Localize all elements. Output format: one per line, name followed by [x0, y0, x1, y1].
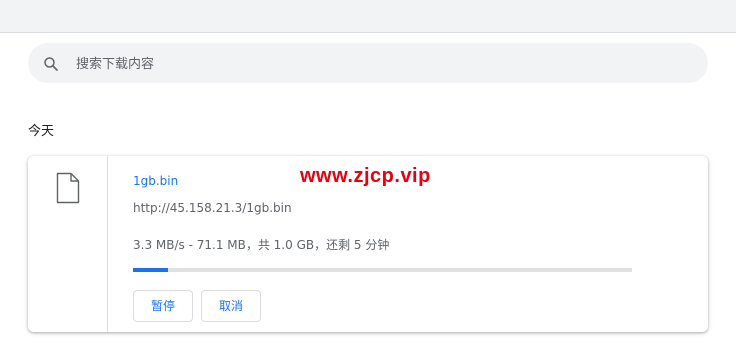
watermark-text: www.zjcp.vip [300, 165, 431, 187]
download-status: 3.3 MB/s - 71.1 MB，共 1.0 GB，还剩 5 分钟 [133, 238, 390, 252]
download-progress-bar [133, 268, 632, 272]
toolbar [0, 0, 736, 33]
file-icon-column [28, 156, 108, 332]
download-progress-fill [133, 268, 169, 272]
download-source-url[interactable]: http://45.158.21.3/1gb.bin [133, 201, 292, 215]
file-icon [56, 172, 80, 204]
date-section-heading: 今天 [28, 124, 55, 139]
cancel-button[interactable]: 取消 [201, 290, 261, 322]
search-bar[interactable] [28, 43, 708, 85]
download-filename-link[interactable]: 1gb.bin [133, 174, 178, 188]
search-input[interactable] [74, 43, 678, 85]
pause-button[interactable]: 暂停 [133, 290, 193, 322]
search-icon [44, 57, 58, 71]
